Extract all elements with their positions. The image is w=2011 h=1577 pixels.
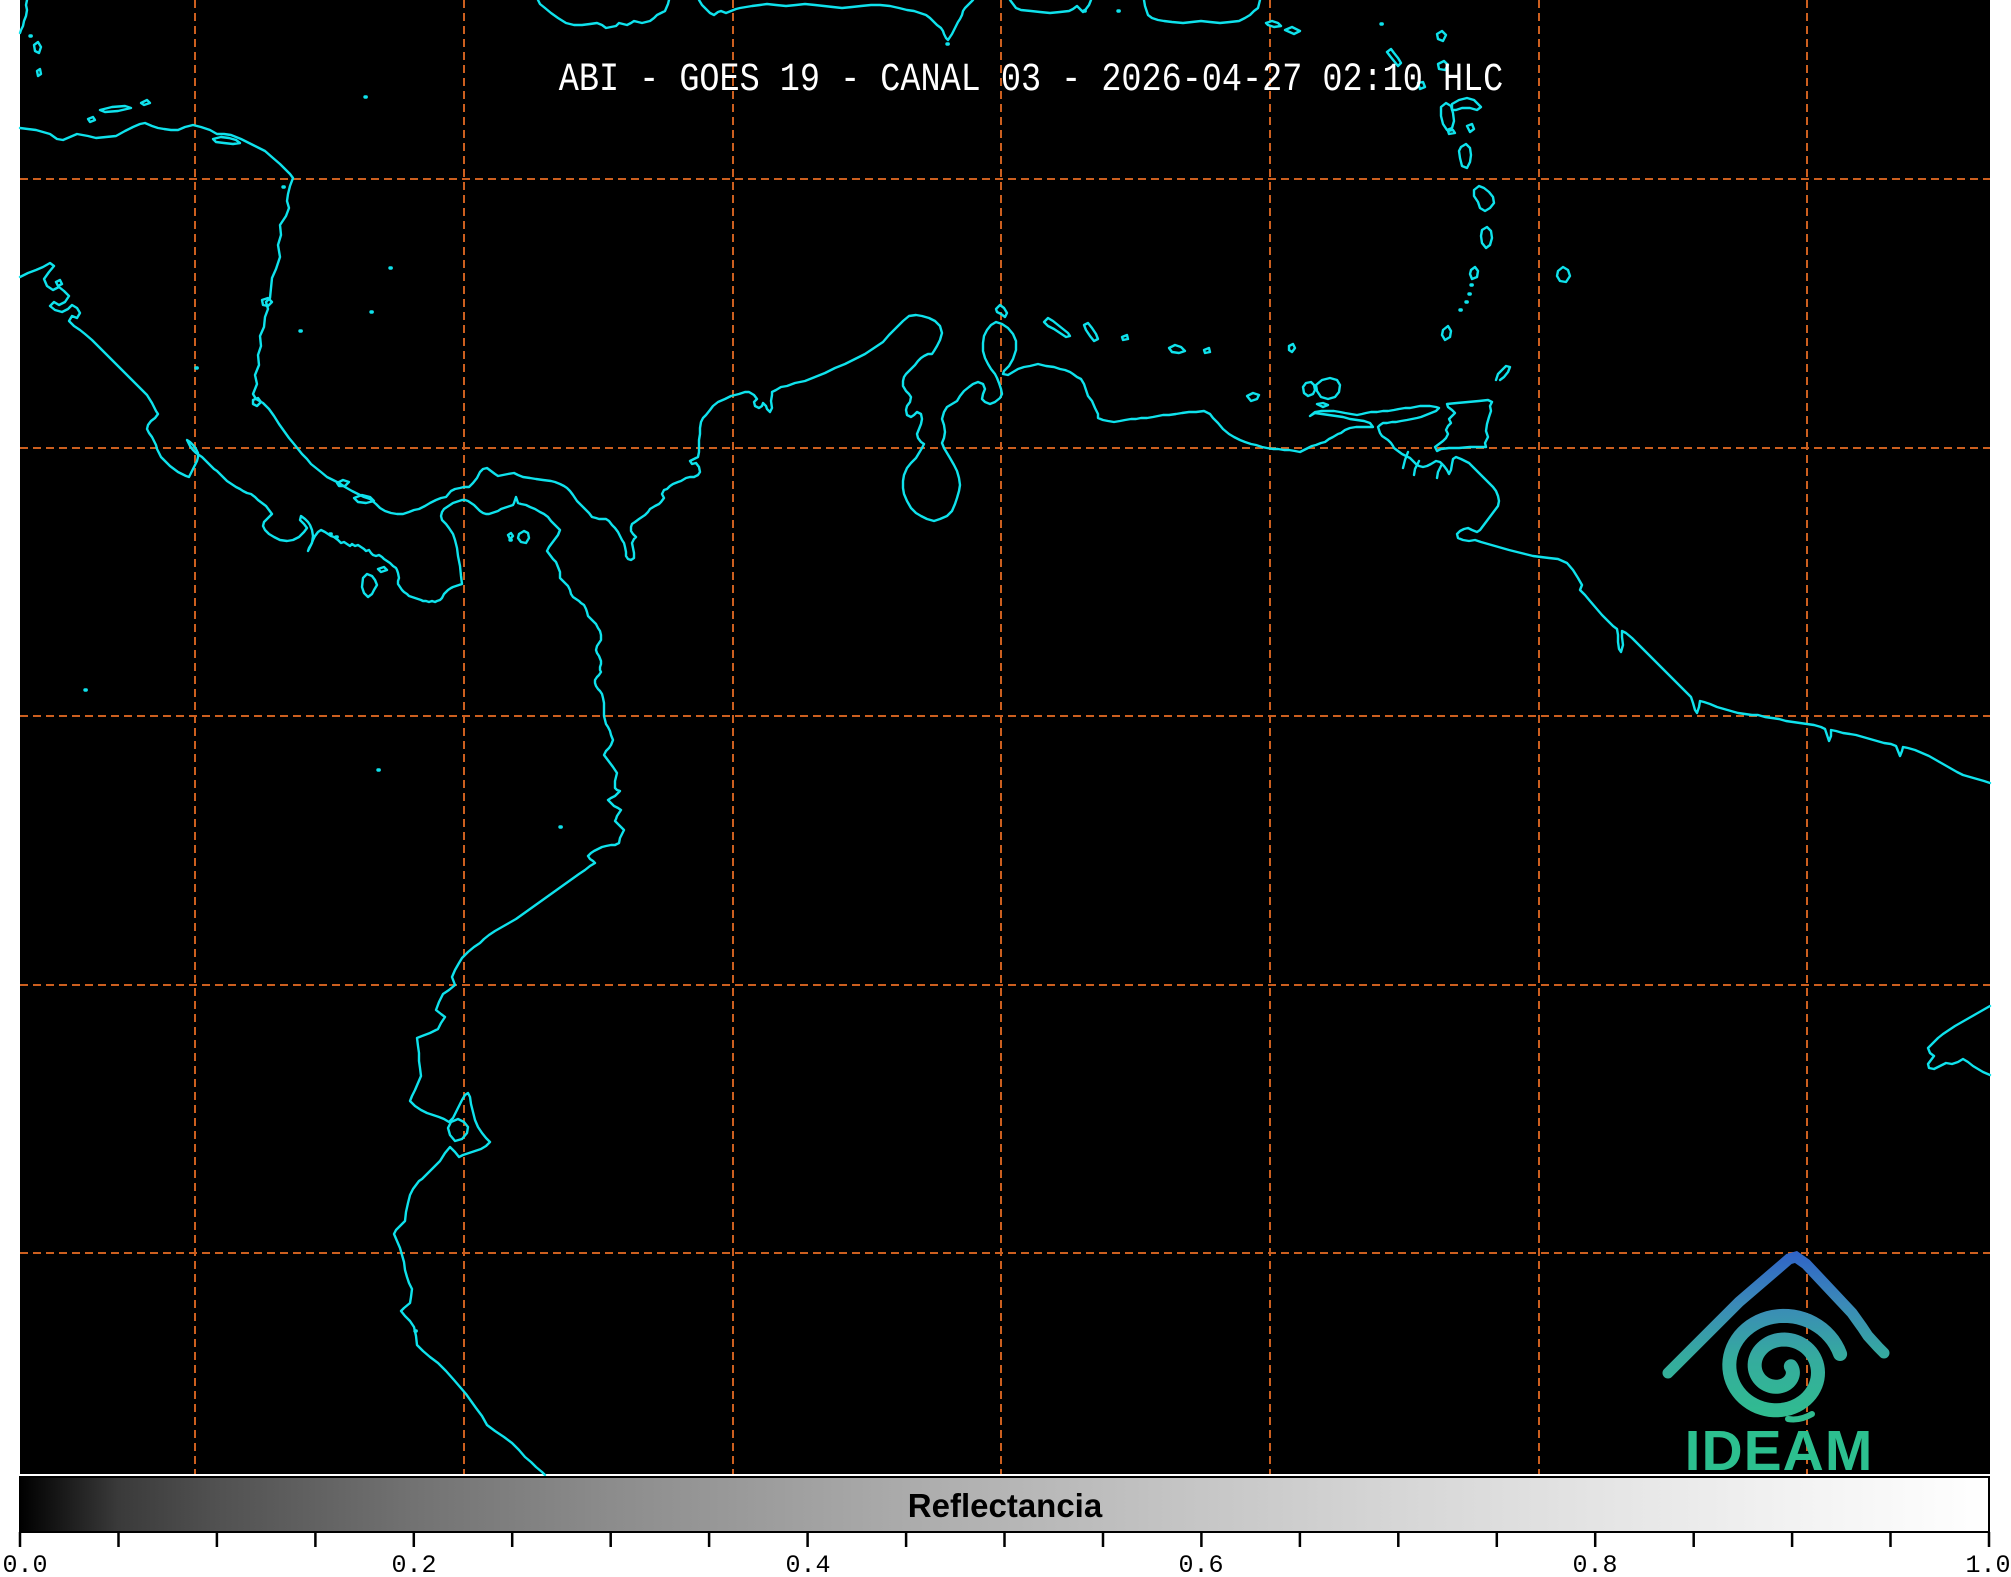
svg-text:1.0: 1.0 xyxy=(1965,1551,2010,1577)
svg-text:0.4: 0.4 xyxy=(785,1551,830,1577)
svg-text:0.6: 0.6 xyxy=(1178,1551,1223,1577)
svg-text:ABI - GOES 19 - CANAL 03 - 202: ABI - GOES 19 - CANAL 03 - 2026-04-27 02… xyxy=(559,58,1503,102)
svg-text:0.0: 0.0 xyxy=(2,1551,47,1577)
svg-text:0.2: 0.2 xyxy=(391,1551,436,1577)
svg-text:Reflectancia: Reflectancia xyxy=(908,1487,1103,1524)
svg-text:IDEAM: IDEAM xyxy=(1685,1419,1874,1483)
svg-text:0.8: 0.8 xyxy=(1572,1551,1617,1577)
